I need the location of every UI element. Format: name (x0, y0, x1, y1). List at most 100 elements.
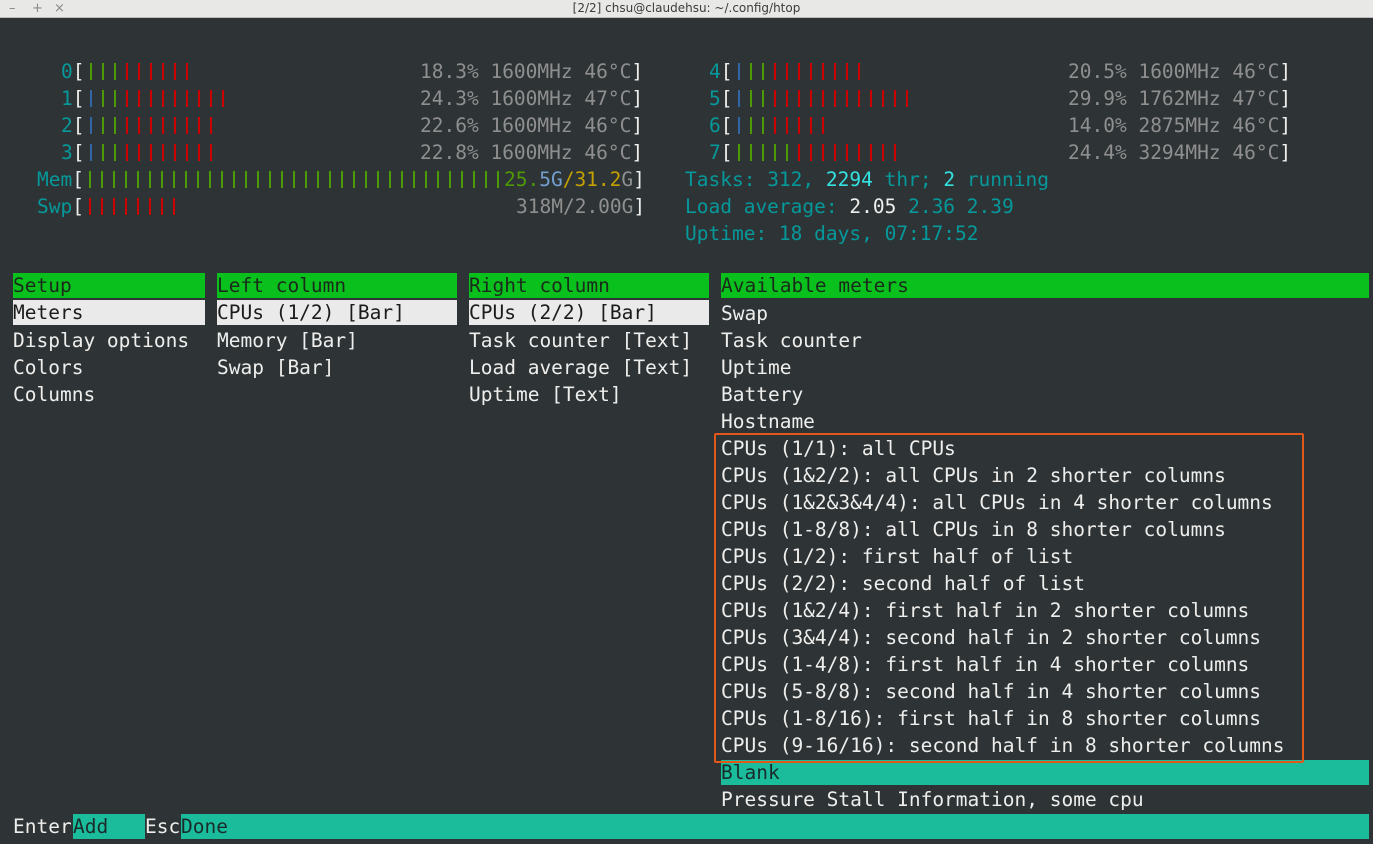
cpu-bar-red (769, 89, 781, 108)
right-column-item-load-average[interactable]: Load average [Text] (469, 354, 692, 381)
mem-bar-green (480, 170, 492, 189)
cpu-freq: 1600MHz (490, 114, 573, 137)
task-counter: Tasks: 312, 2294 thr; 2 running (685, 166, 1049, 193)
mem-meter: Mem[25.5G/31.2G] (37, 166, 645, 193)
cpu-bar-red (817, 89, 829, 108)
load-label: Load average: (685, 195, 850, 218)
cpu-bar-red (157, 89, 169, 108)
mem-bar-green (204, 170, 216, 189)
mem-bar-green (216, 170, 228, 189)
swp-label: Swp (37, 195, 73, 218)
cpu-bar-red (817, 62, 829, 81)
bracket-open: [ (720, 114, 733, 137)
available-meter-item[interactable]: Hostname (721, 408, 815, 435)
cpu-bar-red (805, 89, 817, 108)
bracket-open: [ (72, 141, 85, 164)
right-column-item-task-counter[interactable]: Task counter [Text] (469, 327, 692, 354)
setup-item-colors[interactable]: Colors (13, 354, 83, 381)
cpu-bar-red (169, 89, 181, 108)
cpu-readout: 18.3% 1600MHz 46°C] (420, 58, 643, 85)
cpu-freq: 2875MHz (1138, 114, 1221, 137)
available-meter-item[interactable]: Task counter (721, 327, 862, 354)
mem-bar-green (108, 170, 120, 189)
mem-total: /31.2 (562, 168, 622, 191)
footer-done-button[interactable]: Done (181, 814, 1369, 839)
mem-bar-green (300, 170, 312, 189)
mem-bar-green (288, 170, 300, 189)
cpu-readout: 20.5% 1600MHz 46°C] (1068, 58, 1291, 85)
bracket-open: [ (72, 195, 84, 218)
mem-bar-green (228, 170, 240, 189)
mem-bar-green (120, 170, 132, 189)
bracket-close: ] (633, 195, 646, 218)
cpu-percent: 20.5% (1068, 60, 1127, 83)
cpu-freq: 1600MHz (1138, 60, 1221, 83)
cpu-id: 0 (61, 60, 73, 83)
cpu-bar-blue (733, 89, 745, 108)
cpu-temp: 46°C (1232, 60, 1280, 83)
cpu-freq: 1762MHz (1138, 87, 1221, 110)
terminal[interactable]: 0[18.3% 1600MHz 46°C] 1[24.3% 1600MHz 47°… (0, 18, 1373, 844)
left-column-item-swap[interactable]: Swap [Bar] (217, 354, 334, 381)
bracket-close: ] (1279, 114, 1292, 137)
left-column-item-memory[interactable]: Memory [Bar] (217, 327, 358, 354)
cpu-bar-red (781, 62, 793, 81)
cpu-id: 6 (709, 114, 721, 137)
cpu-percent: 22.6% (420, 114, 479, 137)
cpu-bar-red (781, 116, 793, 135)
cpu-bar-red (901, 89, 913, 108)
mem-bar-green (144, 170, 156, 189)
left-column-item-cpus[interactable]: CPUs (1/2) [Bar] (217, 300, 457, 325)
cpu-bar-red (169, 116, 181, 135)
available-meters-header: Available meters (721, 273, 1369, 298)
mem-bar-green (336, 170, 348, 189)
tasks-sep: , (802, 168, 826, 191)
cpu-temp: 47°C (1232, 87, 1280, 110)
mem-bar-green (252, 170, 264, 189)
cpu-id: 4 (709, 60, 721, 83)
cpu-bar-red (829, 62, 841, 81)
available-meter-item[interactable]: Swap (721, 300, 768, 327)
mem-bar-green (432, 170, 444, 189)
cpu-bar-red (817, 143, 829, 162)
available-meter-selected[interactable]: Blank (721, 760, 1369, 785)
mem-bar-green (348, 170, 360, 189)
mem-bar-green (372, 170, 384, 189)
cpu-bar-red (865, 89, 877, 108)
cpu-percent: 22.8% (420, 141, 479, 164)
footer-add-button[interactable]: Add (73, 814, 145, 839)
available-meter-item[interactable]: Uptime (721, 354, 791, 381)
cpu-bar-red (121, 62, 133, 81)
bracket-close: ] (631, 87, 644, 110)
cpu-freq: 3294MHz (1138, 141, 1221, 164)
cpu-bar-green (85, 62, 97, 81)
cpu-percent: 29.9% (1068, 87, 1127, 110)
mem-bar-green (264, 170, 276, 189)
setup-item-columns[interactable]: Columns (13, 381, 95, 408)
right-column-header: Right column (469, 273, 709, 298)
mem-bar-green (276, 170, 288, 189)
setup-item-display-options[interactable]: Display options (13, 327, 189, 354)
cpu-bar-blue (85, 143, 97, 162)
cpu-bar-red (781, 89, 793, 108)
cpu-bar-green (109, 116, 121, 135)
swp-bar-red (108, 197, 120, 216)
mem-bar-green (180, 170, 192, 189)
cpu-readout: 22.6% 1600MHz 46°C] (420, 112, 643, 139)
cpu-bar-green (97, 89, 109, 108)
mem-total-unit: G (621, 168, 634, 191)
available-meter-item[interactable]: Pressure Stall Information, some cpu (721, 786, 1144, 813)
swp-bar-red (120, 197, 132, 216)
setup-item-meters[interactable]: Meters (13, 300, 205, 325)
uptime-value: 18 days, 07:17:52 (778, 222, 979, 245)
bracket-close: ] (631, 141, 644, 164)
right-column-item-uptime[interactable]: Uptime [Text] (469, 381, 622, 408)
bracket-close: ] (1279, 87, 1292, 110)
cpu-bar-blue (733, 116, 745, 135)
mem-used-unit: 5G (539, 168, 563, 191)
available-meter-item[interactable]: Battery (721, 381, 803, 408)
right-column-item-cpus[interactable]: CPUs (2/2) [Bar] (469, 300, 709, 325)
